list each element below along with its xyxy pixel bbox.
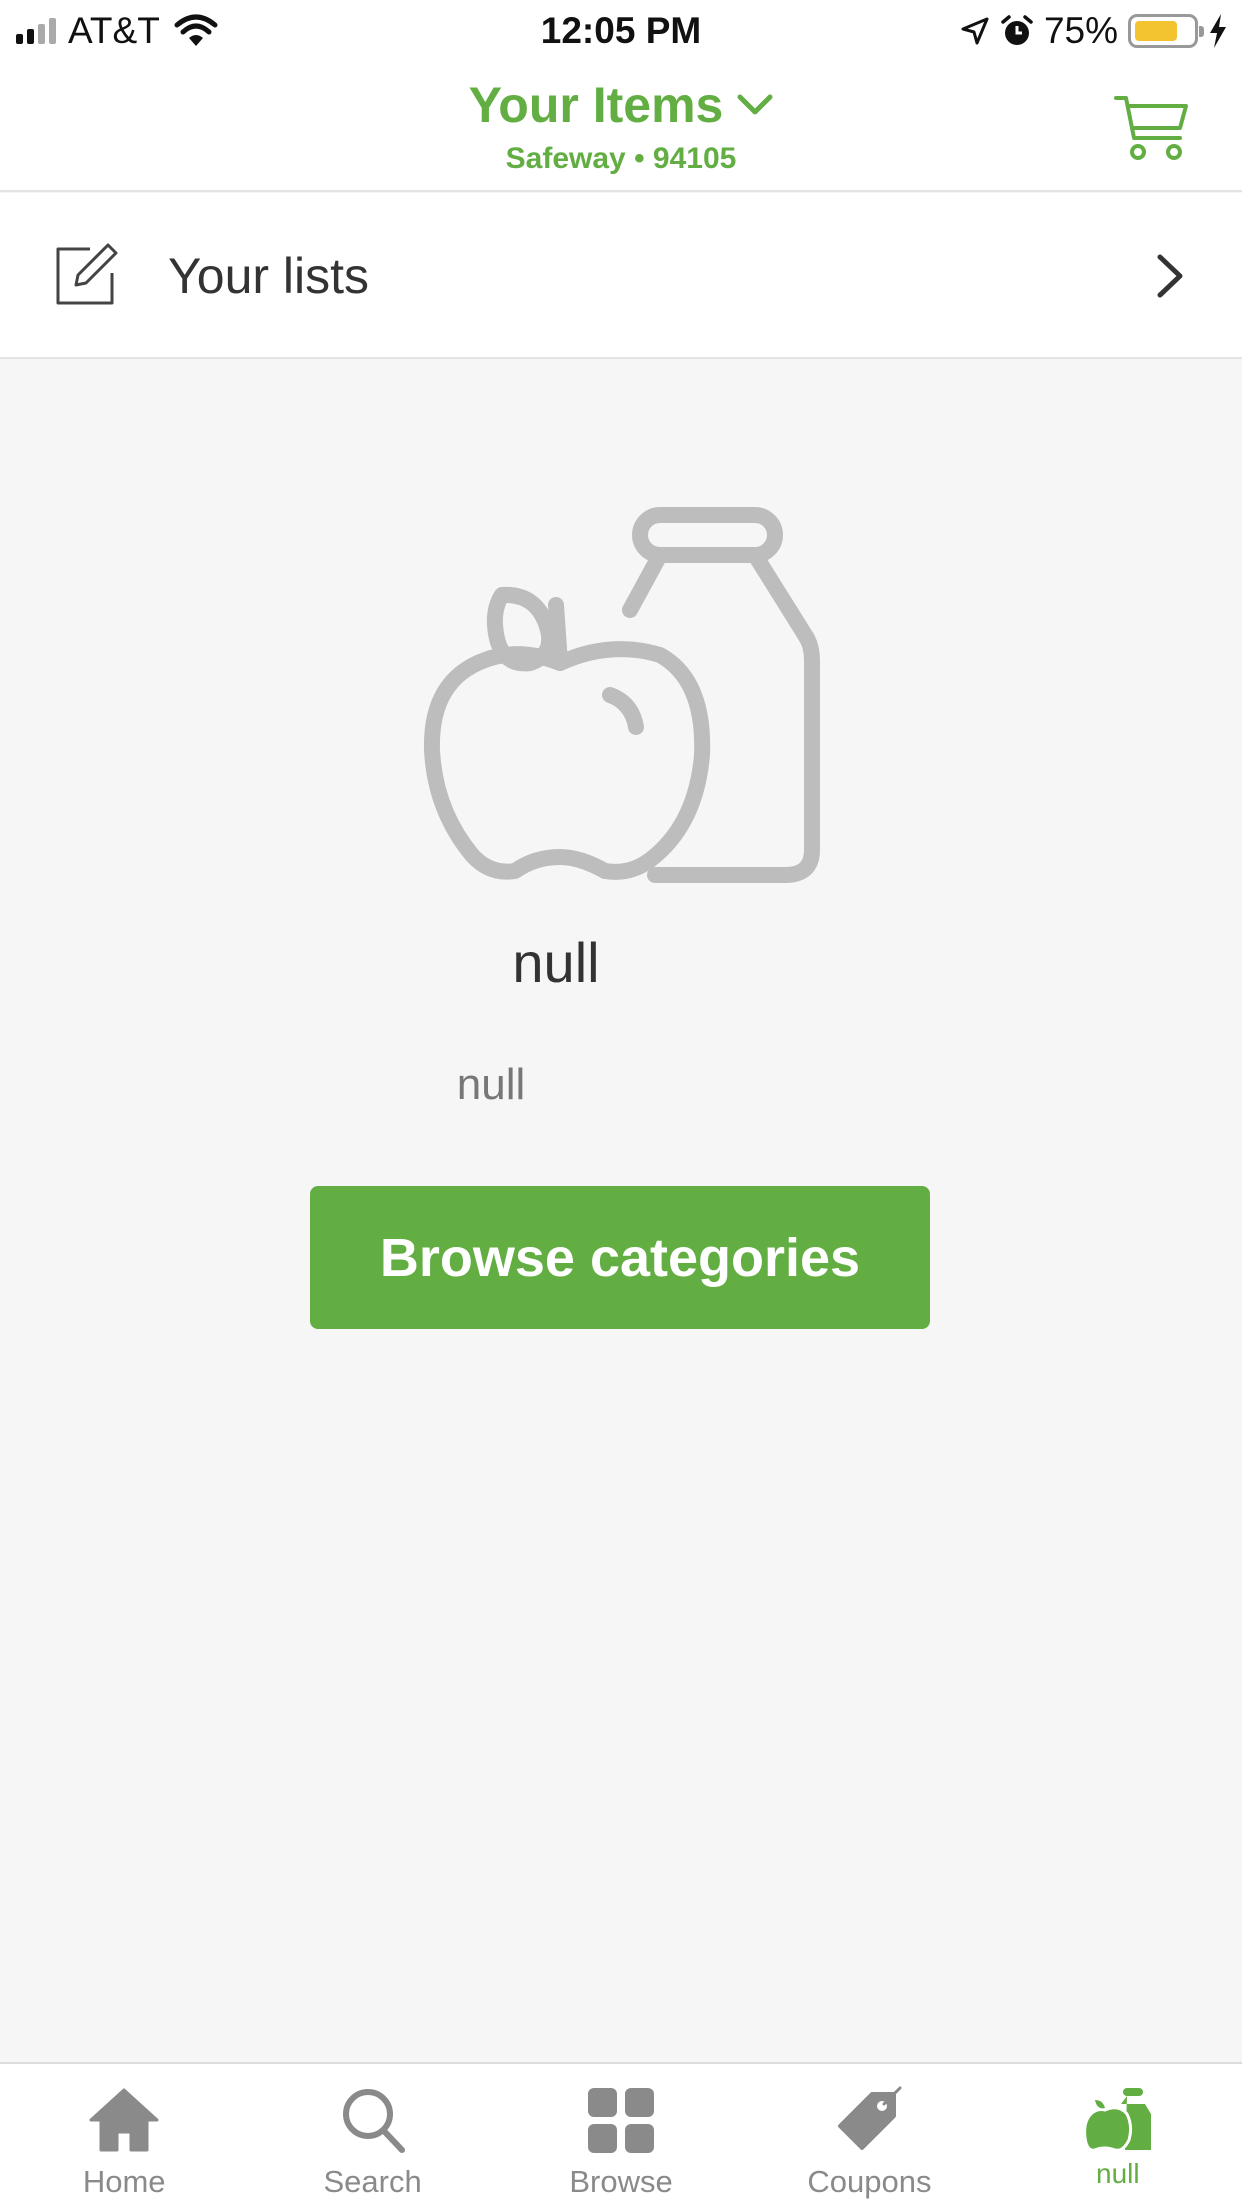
apple-bottle-icon: [423, 507, 820, 883]
grid-icon: [588, 2088, 655, 2153]
chevron-down-icon: [737, 94, 773, 115]
empty-state-subtitle: null: [456, 1060, 526, 1109]
apple-bottle-icon: [1082, 2088, 1151, 2152]
cart-icon[interactable]: [1114, 92, 1190, 164]
empty-state-title: null: [512, 931, 600, 994]
tag-icon: [838, 2086, 902, 2150]
tab-browse[interactable]: Browse: [497, 2064, 745, 2208]
browse-categories-button[interactable]: Browse categories: [310, 1186, 930, 1329]
status-right: 75%: [960, 8, 1228, 54]
nav-bar: Your Items Safeway • 94105: [0, 62, 1242, 192]
tab-search[interactable]: Search: [248, 2064, 496, 2208]
tab-coupons-label: Coupons: [807, 2164, 932, 2199]
tab-your-items[interactable]: null: [994, 2064, 1242, 2208]
tab-coupons[interactable]: Coupons: [745, 2064, 993, 2208]
battery-percent: 75%: [1043, 10, 1118, 51]
tab-browse-label: Browse: [569, 2164, 673, 2199]
charging-bolt-icon: [1210, 14, 1226, 48]
page-title: Your Items: [468, 77, 724, 133]
battery-fill: [1135, 21, 1177, 41]
location-arrow-icon: [961, 17, 989, 45]
tab-home[interactable]: Home: [0, 2064, 248, 2208]
battery-icon: [1128, 14, 1204, 48]
nav-title-wrap: Your Items: [0, 76, 1242, 134]
tab-bar: Home Search Browse Coupons null: [0, 2062, 1242, 2208]
chevron-right-icon: [1157, 254, 1183, 298]
battery-nub: [1199, 26, 1204, 37]
your-lists-label: Your lists: [168, 248, 370, 304]
your-items-dropdown[interactable]: Your Items: [469, 76, 774, 134]
your-lists-row[interactable]: Your lists: [0, 193, 1242, 359]
edit-list-icon: [56, 243, 118, 305]
store-location: Safeway • 94105: [505, 142, 737, 175]
tab-home-label: Home: [82, 2164, 166, 2199]
home-icon: [89, 2088, 159, 2152]
tab-your-items-label: null: [1096, 2158, 1140, 2189]
status-bar: AT&T 12:05 PM 75%: [0, 0, 1242, 62]
tab-search-label: Search: [323, 2164, 422, 2199]
search-icon: [342, 2089, 405, 2153]
alarm-icon: [1001, 15, 1033, 45]
